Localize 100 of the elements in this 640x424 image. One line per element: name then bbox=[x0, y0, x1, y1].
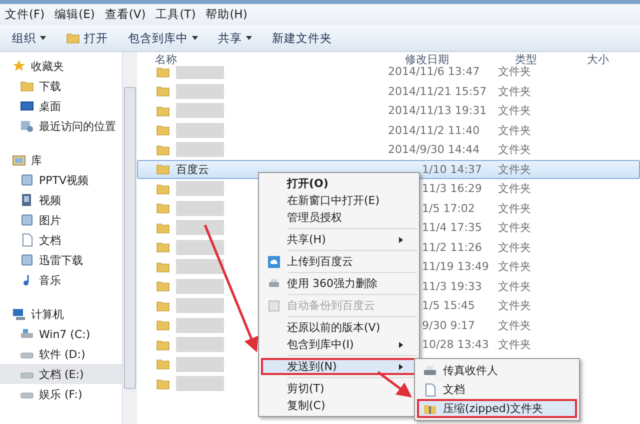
menu-item[interactable]: 编辑(E) bbox=[52, 5, 98, 24]
type-cell-text: 文件夹 bbox=[498, 298, 532, 314]
context-menu-item[interactable]: 复制(C) bbox=[261, 397, 417, 414]
nav-group[interactable]: 收藏夹 bbox=[0, 56, 122, 76]
nav-group[interactable]: 计算机 bbox=[0, 304, 122, 324]
folder-icon bbox=[156, 260, 170, 274]
submenu-item[interactable]: 传真收件人 bbox=[417, 361, 577, 380]
folder-icon bbox=[156, 84, 170, 98]
document-icon bbox=[20, 233, 34, 247]
toolbar-button[interactable]: 打开 bbox=[60, 28, 114, 48]
folder-icon bbox=[156, 123, 170, 138]
type-cell-text: 文件夹 bbox=[498, 278, 532, 294]
nav-item[interactable]: 图片 bbox=[0, 210, 122, 230]
menu-item[interactable]: 帮助(H) bbox=[202, 5, 250, 24]
nav-item[interactable]: 音乐 bbox=[0, 270, 122, 290]
date-cell-text: 2014/11/2 11:40 bbox=[388, 124, 481, 137]
column-header[interactable]: 大小 bbox=[569, 52, 640, 67]
monitor-icon bbox=[20, 99, 34, 113]
folder-icon bbox=[156, 104, 170, 118]
type-cell-text: 文件夹 bbox=[498, 318, 532, 333]
submenu-arrow-icon bbox=[399, 342, 403, 348]
video-icon bbox=[20, 193, 34, 207]
submenu-item[interactable]: 压缩(zipped)文件夹 bbox=[417, 399, 577, 418]
type-cell-text: 文件夹 bbox=[498, 240, 532, 255]
type-cell-text: 文件夹 bbox=[498, 84, 532, 99]
column-header[interactable]: 类型 bbox=[497, 52, 569, 67]
nav-item[interactable]: PPTV视频 bbox=[0, 170, 122, 190]
column-header[interactable]: 修改日期 bbox=[387, 52, 497, 67]
date-cell-text: 11/3 16:29 bbox=[422, 182, 483, 196]
toolbar-button[interactable]: 包含到库中 bbox=[122, 28, 204, 48]
folder-icon bbox=[156, 338, 170, 352]
star-icon bbox=[12, 59, 26, 73]
toolbar-button[interactable]: 组织 bbox=[6, 28, 52, 48]
caret-icon bbox=[246, 36, 252, 40]
folder-icon bbox=[66, 31, 80, 45]
context-menu-item[interactable]: 发送到(N) bbox=[261, 358, 417, 375]
date-cell-text: 9/30 9:17 bbox=[422, 318, 476, 332]
folder-icon bbox=[156, 182, 170, 196]
nav-item[interactable]: 桌面 bbox=[0, 96, 122, 116]
file-name[interactable]: 百度云 bbox=[176, 162, 209, 177]
date-cell-text: 2014/9/30 14:44 bbox=[388, 143, 481, 156]
date-cell-text: 2014/11/13 19:31 bbox=[388, 104, 488, 118]
context-menu-item[interactable]: 包含到库中(I) bbox=[261, 336, 417, 353]
nav-item[interactable]: 软件 (D:) bbox=[0, 344, 122, 364]
folder-icon bbox=[156, 240, 170, 254]
context-menu-item[interactable]: 打开(O) bbox=[261, 175, 417, 192]
type-cell-text: 文件夹 bbox=[498, 259, 532, 274]
document-icon bbox=[423, 382, 437, 396]
context-menu-item[interactable]: 在新窗口中打开(E) bbox=[261, 192, 417, 209]
type-cell-text: 文件夹 bbox=[498, 103, 532, 118]
column-header[interactable]: 名称 bbox=[137, 52, 387, 67]
folder-icon bbox=[20, 79, 34, 93]
folder-icon bbox=[156, 142, 170, 157]
nav-item[interactable]: 最近访问的位置 bbox=[0, 116, 122, 136]
nav-group-label: 收藏夹 bbox=[31, 58, 64, 74]
date-cell-text: 11/19 13:49 bbox=[422, 260, 490, 274]
type-cell-text: 文件夹 bbox=[498, 64, 532, 80]
date-cell-text: 11/2 11:26 bbox=[422, 240, 483, 254]
folder-icon bbox=[156, 279, 170, 294]
folder-icon bbox=[156, 376, 170, 391]
nav-item[interactable]: 迅雷下载 bbox=[0, 250, 122, 270]
date-cell-text: 10/28 13:43 bbox=[422, 338, 490, 352]
nav-group[interactable]: 库 bbox=[0, 150, 122, 170]
scrollbar-thumb[interactable] bbox=[124, 87, 136, 389]
context-menu-item[interactable]: 还原以前的版本(V) bbox=[261, 319, 417, 336]
context-menu-item[interactable]: 共享(H) bbox=[261, 231, 417, 248]
cloud-icon bbox=[267, 254, 281, 268]
nav-item[interactable]: 文档 (E:) bbox=[0, 364, 122, 384]
type-cell-text: 文件夹 bbox=[498, 162, 532, 177]
date-cell-text: 11/3 19:33 bbox=[422, 280, 483, 293]
caret-icon bbox=[40, 36, 46, 40]
nav-item[interactable]: Win7 (C:) bbox=[0, 324, 122, 344]
toolbar-button[interactable]: 共享 bbox=[212, 28, 258, 48]
context-menu-item[interactable]: 管理员授权 bbox=[261, 209, 417, 226]
nav-item[interactable]: 娱乐 (F:) bbox=[0, 384, 122, 404]
annotation-arrow bbox=[377, 371, 412, 398]
folder-icon bbox=[156, 201, 170, 216]
folder-icon bbox=[156, 162, 170, 176]
submenu-arrow-icon bbox=[399, 364, 403, 370]
context-menu-item[interactable]: 剪切(T) bbox=[261, 380, 417, 397]
nav-group-label: 计算机 bbox=[31, 306, 64, 322]
folder-icon bbox=[156, 318, 170, 332]
context-menu-item[interactable]: 使用 360强力删除 bbox=[261, 275, 417, 292]
date-cell-text: 1/5 15:45 bbox=[422, 299, 476, 312]
toolbar-button[interactable]: 新建文件夹 bbox=[266, 28, 338, 48]
nav-item[interactable]: 文档 bbox=[0, 230, 122, 250]
submenu-arrow-icon bbox=[399, 236, 403, 242]
nav-item[interactable]: 下载 bbox=[0, 76, 122, 96]
type-cell-text: 文件夹 bbox=[498, 337, 532, 352]
nav-group-label: 库 bbox=[31, 152, 42, 168]
type-cell-text: 文件夹 bbox=[498, 142, 532, 158]
menu-item[interactable]: 文件(F) bbox=[2, 5, 48, 24]
date-cell-text: 2014/11/21 15:57 bbox=[388, 84, 488, 98]
folder-icon bbox=[156, 298, 170, 313]
context-menu-item[interactable]: 上传到百度云 bbox=[261, 253, 417, 270]
type-cell-text: 文件夹 bbox=[498, 220, 532, 236]
menu-item[interactable]: 工具(T) bbox=[152, 5, 199, 24]
menu-item[interactable]: 查看(V) bbox=[102, 5, 149, 24]
submenu-item[interactable]: 文档 bbox=[417, 380, 577, 399]
nav-item[interactable]: 视频 bbox=[0, 190, 122, 210]
